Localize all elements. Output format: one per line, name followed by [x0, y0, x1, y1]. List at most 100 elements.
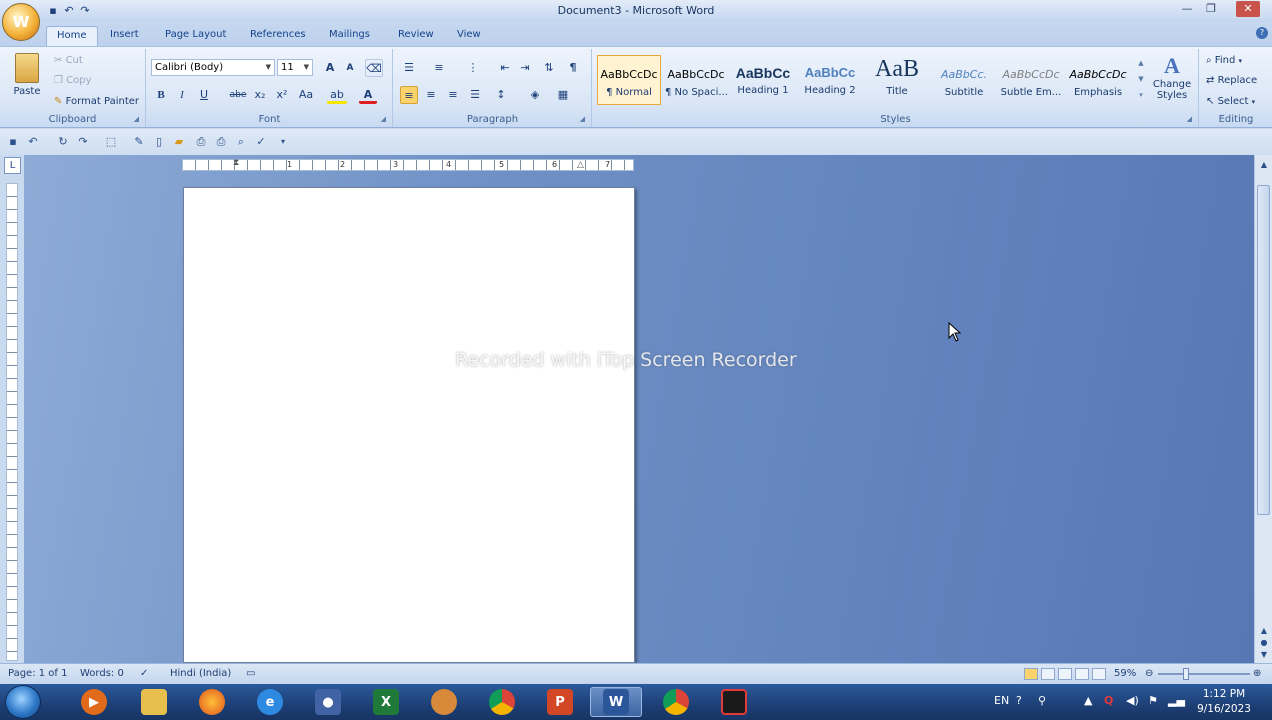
volume-tray-icon[interactable]: ◀) [1126, 694, 1139, 707]
redo-icon[interactable]: ↻ [56, 135, 70, 149]
macro-icon[interactable]: ▭ [246, 668, 255, 679]
print-icon[interactable]: ⎙ [214, 135, 228, 149]
taskbar-word[interactable]: W [590, 687, 642, 717]
italic-button[interactable]: I [173, 86, 191, 104]
new-document-icon[interactable]: ▯ [152, 135, 166, 149]
scroll-up-icon[interactable]: ▲ [1258, 159, 1270, 171]
zoom-level[interactable]: 59% [1114, 668, 1136, 679]
page-count[interactable]: Page: 1 of 1 [8, 668, 67, 679]
minimize-button[interactable]: — [1176, 1, 1198, 17]
show-hidden-icons[interactable]: ▲ [1084, 694, 1092, 707]
vertical-scrollbar[interactable]: ▲ ▲ ● ▼ [1254, 155, 1272, 663]
taskbar-powerpoint[interactable]: P [534, 687, 586, 717]
scroll-thumb[interactable] [1257, 185, 1270, 515]
open-folder-icon[interactable]: ▰ [172, 135, 186, 149]
system-clock[interactable]: 1:12 PM 9/16/2023 [1188, 687, 1260, 717]
language-indicator[interactable]: Hindi (India) [170, 668, 231, 679]
style-subtle-emphasis[interactable]: AaBbCcDc Subtle Em... [999, 55, 1063, 105]
numbering-icon[interactable]: ≡ [430, 59, 448, 77]
decrease-indent-icon[interactable]: ⇤ [496, 59, 514, 77]
web-layout-icon[interactable] [1058, 668, 1072, 680]
proofing-icon[interactable]: ✓ [140, 668, 148, 679]
style-normal[interactable]: AaBbCcDc ¶ Normal [597, 55, 661, 105]
sort-icon[interactable]: ⇅ [540, 59, 558, 77]
network-tray-icon[interactable]: ⚲ [1038, 694, 1046, 707]
save-icon[interactable]: ▪ [6, 135, 20, 149]
spelling-icon[interactable]: ✓ [254, 135, 268, 149]
office-button[interactable]: W [2, 3, 40, 41]
font-launcher-icon[interactable]: ◢ [381, 115, 386, 123]
tab-selector-button[interactable]: L [4, 157, 21, 174]
show-formatting-button[interactable]: ¶ [564, 59, 582, 77]
style-no-spacing[interactable]: AaBbCcDc ¶ No Spaci... [664, 55, 728, 105]
taskbar-screen-recorder[interactable] [708, 687, 760, 717]
zoom-icon[interactable]: ⌕ [234, 135, 248, 149]
close-button[interactable]: ✕ [1236, 1, 1260, 17]
zoom-out-icon[interactable]: ⊖ [1145, 668, 1153, 679]
save-icon[interactable]: ▪ [46, 4, 60, 18]
font-color-button[interactable]: A [359, 86, 377, 104]
underline-button[interactable]: U [195, 86, 213, 104]
style-emphasis[interactable]: AaBbCcDc Emphasis [1066, 55, 1130, 105]
replace-button[interactable]: ⇄ Replace [1206, 75, 1257, 86]
taskbar-recorder[interactable]: ● [302, 687, 354, 717]
style-heading-2[interactable]: AaBbCc Heading 2 [798, 55, 862, 105]
help-tray-icon[interactable]: ? [1016, 694, 1022, 707]
zoom-in-icon[interactable]: ⊕ [1253, 668, 1261, 679]
justify-icon[interactable]: ☰ [466, 86, 484, 104]
align-left-icon[interactable]: ≡ [400, 86, 418, 104]
flag-tray-icon[interactable]: ⚑ [1148, 694, 1158, 707]
taskbar-chrome[interactable] [476, 687, 528, 717]
repeat-icon[interactable]: ↷ [76, 135, 90, 149]
select-button[interactable]: ↖ Select ▾ [1206, 96, 1255, 107]
undo-icon[interactable]: ↶ [26, 135, 40, 149]
taskbar-paint[interactable] [418, 687, 470, 717]
print-layout-view-icon[interactable] [1024, 668, 1038, 680]
format-painter-button[interactable]: ✎ Format Painter [54, 96, 139, 107]
tab-mailings[interactable]: Mailings [319, 26, 380, 46]
align-right-icon[interactable]: ≡ [444, 86, 462, 104]
help-icon[interactable]: ? [1256, 27, 1268, 39]
tab-view[interactable]: View [447, 26, 491, 46]
tab-references[interactable]: References [240, 26, 316, 46]
style-subtitle[interactable]: AaBbCc. Subtitle [932, 55, 996, 105]
redo-icon[interactable]: ↷ [78, 4, 92, 18]
zoom-slider-knob[interactable] [1183, 668, 1189, 680]
grow-font-button[interactable]: A [321, 59, 339, 77]
print-preview-icon[interactable]: ⎙ [194, 135, 208, 149]
tab-home[interactable]: Home [46, 26, 98, 46]
tab-page-layout[interactable]: Page Layout [155, 26, 236, 46]
edit-icon[interactable]: ✎ [132, 135, 146, 149]
multilevel-list-icon[interactable]: ⋮ [464, 59, 482, 77]
tab-insert[interactable]: Insert [100, 26, 149, 46]
find-button[interactable]: ⌕ Find ▾ [1206, 55, 1242, 66]
draft-view-icon[interactable] [1092, 668, 1106, 680]
prev-page-icon[interactable]: ▲ [1258, 625, 1270, 637]
increase-indent-icon[interactable]: ⇥ [516, 59, 534, 77]
undo-icon[interactable]: ↶ [62, 4, 76, 18]
strikethrough-button[interactable]: abe [227, 86, 249, 104]
taskbar-excel[interactable]: X [360, 687, 412, 717]
input-language[interactable]: EN [994, 694, 1009, 707]
taskbar-ie[interactable]: e [244, 687, 296, 717]
indent-marker-icon[interactable]: ⧗ [233, 158, 239, 168]
line-spacing-icon[interactable]: ↕ [492, 86, 510, 104]
tab-review[interactable]: Review [388, 26, 444, 46]
borders-icon[interactable]: ▦ [554, 86, 572, 104]
right-indent-marker-icon[interactable]: △ [577, 160, 584, 170]
bold-button[interactable]: B [152, 86, 170, 104]
style-heading-1[interactable]: AaBbCc Heading 1 [731, 55, 795, 105]
browse-object-icon[interactable]: ● [1258, 637, 1270, 649]
copy-button[interactable]: ❐ Copy [54, 75, 92, 86]
signal-tray-icon[interactable]: ▂▄ [1168, 694, 1185, 707]
highlight-button[interactable]: ab [327, 86, 347, 104]
select-objects-icon[interactable]: ⬚ [104, 135, 118, 149]
full-screen-reading-icon[interactable] [1041, 668, 1055, 680]
shrink-font-button[interactable]: A [341, 59, 359, 77]
document-page[interactable] [183, 187, 635, 663]
clear-formatting-icon[interactable]: ⌫ [365, 59, 383, 77]
horizontal-ruler[interactable]: 1 2 3 4 5 6 7 ⧗ △ [182, 158, 634, 171]
clipboard-launcher-icon[interactable]: ◢ [134, 115, 139, 123]
bullets-icon[interactable]: ☰ [400, 59, 418, 77]
customize-toolbar-icon[interactable]: ▾ [276, 135, 290, 149]
